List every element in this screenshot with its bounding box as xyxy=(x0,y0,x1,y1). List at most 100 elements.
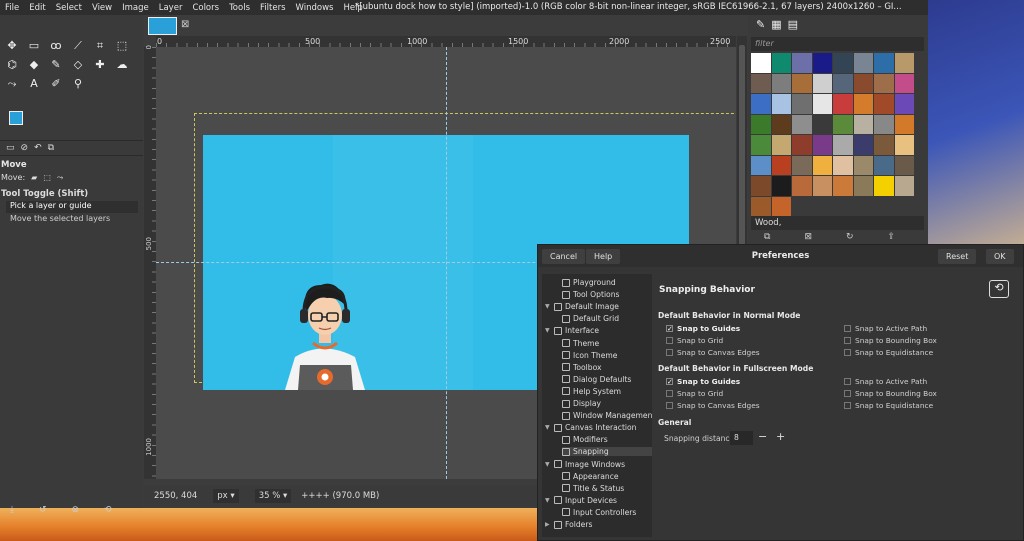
pattern-swatch[interactable] xyxy=(874,135,894,155)
menu-image[interactable]: Image xyxy=(117,3,154,13)
pattern-swatch[interactable] xyxy=(771,196,791,216)
color-swatches[interactable] xyxy=(9,111,35,137)
undo-history-tab-icon[interactable]: ↶ xyxy=(34,143,42,153)
device-status-tab-icon[interactable]: ⊘ xyxy=(21,143,29,153)
open-pattern-icon[interactable]: ⇪ xyxy=(888,232,896,242)
pref-tree-input-controllers[interactable]: Input Controllers xyxy=(562,508,636,517)
image-tab-thumbnail[interactable] xyxy=(148,17,177,35)
checkbox-snap-to-active-path[interactable]: Snap to Active Path xyxy=(844,324,927,333)
fuzzy-select-icon[interactable]: ⟋ xyxy=(68,37,88,54)
expand-arrow-icon[interactable]: ▼ xyxy=(545,424,551,431)
pattern-swatch[interactable] xyxy=(833,53,853,73)
expand-arrow-icon[interactable]: ▼ xyxy=(545,461,551,468)
menu-layer[interactable]: Layer xyxy=(154,3,188,13)
pattern-swatch[interactable] xyxy=(833,176,853,196)
ruler-horizontal[interactable] xyxy=(156,36,736,47)
pattern-swatch[interactable] xyxy=(833,94,853,114)
delete-pattern-icon[interactable]: ⊠ xyxy=(804,232,812,242)
pattern-swatch[interactable] xyxy=(751,73,771,93)
pattern-swatch[interactable] xyxy=(812,73,832,93)
pattern-swatch[interactable] xyxy=(751,94,771,114)
pref-tree-theme[interactable]: Theme xyxy=(562,339,599,348)
pattern-swatch[interactable] xyxy=(751,53,771,73)
fill-icon[interactable]: ◆ xyxy=(24,56,44,73)
pattern-filter-input[interactable]: filter xyxy=(751,37,924,51)
pattern-swatch[interactable] xyxy=(894,53,914,73)
checkbox-empty-icon[interactable] xyxy=(666,402,673,410)
pattern-swatch[interactable] xyxy=(771,114,791,134)
ok-button[interactable]: OK xyxy=(986,249,1014,264)
pattern-swatch[interactable] xyxy=(751,196,771,216)
pref-tree-playground[interactable]: Playground xyxy=(562,278,616,287)
pattern-swatch[interactable] xyxy=(771,73,791,93)
pattern-swatch[interactable] xyxy=(874,176,894,196)
transform-icon[interactable]: ⬚ xyxy=(112,37,132,54)
pattern-swatch[interactable] xyxy=(771,135,791,155)
help-button[interactable]: Help xyxy=(586,249,621,264)
heal-icon[interactable]: ✚ xyxy=(90,56,110,73)
pattern-swatch[interactable] xyxy=(812,94,832,114)
pref-tree-snapping[interactable]: Snapping xyxy=(562,447,652,457)
crop-icon[interactable]: ⌗ xyxy=(90,37,110,54)
pattern-swatch[interactable] xyxy=(812,114,832,134)
decrease-distance-button[interactable]: − xyxy=(758,430,767,443)
checkbox-empty-icon[interactable] xyxy=(844,337,851,345)
checkbox-snap-to-guides[interactable]: ✓ Snap to Guides xyxy=(666,377,740,386)
delete-options-icon[interactable]: ⊗ xyxy=(72,505,80,515)
pref-tree-default-grid[interactable]: Default Grid xyxy=(562,314,619,323)
pattern-swatch[interactable] xyxy=(771,53,791,73)
expand-arrow-icon[interactable]: ▶ xyxy=(545,521,551,528)
menu-windows[interactable]: Windows xyxy=(291,3,339,13)
pref-tree-default-image[interactable]: ▼ Default Image xyxy=(545,302,619,311)
pattern-swatch[interactable] xyxy=(874,73,894,93)
pattern-swatch[interactable] xyxy=(751,155,771,175)
pattern-swatch[interactable] xyxy=(812,53,832,73)
pattern-swatch[interactable] xyxy=(792,176,812,196)
menu-edit[interactable]: Edit xyxy=(24,3,50,13)
pattern-swatch[interactable] xyxy=(833,114,853,134)
checkbox-empty-icon[interactable] xyxy=(666,349,673,357)
pattern-swatch[interactable] xyxy=(853,53,873,73)
checkbox-snap-to-grid[interactable]: Snap to Grid xyxy=(666,389,723,398)
pattern-swatch[interactable] xyxy=(853,155,873,175)
pattern-swatch[interactable] xyxy=(792,53,812,73)
pattern-swatch[interactable] xyxy=(771,176,791,196)
checkbox-snap-to-canvas-edges[interactable]: Snap to Canvas Edges xyxy=(666,401,760,410)
warp-icon[interactable]: ⌬ xyxy=(2,56,22,73)
restore-options-icon[interactable]: ↺ xyxy=(39,505,47,515)
menu-colors[interactable]: Colors xyxy=(187,3,224,13)
checkbox-snap-to-canvas-edges[interactable]: Snap to Canvas Edges xyxy=(666,348,760,357)
checkbox-snap-to-bounding-box[interactable]: Snap to Bounding Box xyxy=(844,389,937,398)
checkbox-empty-icon[interactable] xyxy=(666,390,673,398)
move-selection-icon[interactable]: ⬚ xyxy=(43,173,51,183)
pattern-swatch[interactable] xyxy=(894,94,914,114)
checkbox-snap-to-equidistance[interactable]: Snap to Equidistance xyxy=(844,348,933,357)
pattern-name-select[interactable]: Wood, xyxy=(751,216,924,230)
pref-tree-toolbox[interactable]: Toolbox xyxy=(562,363,601,372)
refresh-patterns-icon[interactable]: ↻ xyxy=(846,232,854,242)
pref-tree-help-system[interactable]: Help System xyxy=(562,387,621,396)
pref-tree-title-status[interactable]: Title & Status xyxy=(562,484,624,493)
pattern-swatch[interactable] xyxy=(874,114,894,134)
checkbox-empty-icon[interactable] xyxy=(844,390,851,398)
path-icon[interactable]: ⤳ xyxy=(2,75,22,92)
pref-tree-modifiers[interactable]: Modifiers xyxy=(562,435,608,444)
foreground-color[interactable] xyxy=(9,111,23,125)
checkbox-empty-icon[interactable] xyxy=(844,349,851,357)
pref-tree-dialog-defaults[interactable]: Dialog Defaults xyxy=(562,375,631,384)
pref-tree-folders[interactable]: ▶ Folders xyxy=(545,520,592,529)
tool-options-tab-icon[interactable]: ▭ xyxy=(6,143,15,153)
pattern-swatch[interactable] xyxy=(792,73,812,93)
checkbox-snap-to-grid[interactable]: Snap to Grid xyxy=(666,336,723,345)
vertical-guide[interactable] xyxy=(446,47,447,479)
checkbox-empty-icon[interactable] xyxy=(666,337,673,345)
menu-select[interactable]: Select xyxy=(51,3,87,13)
zoom-select[interactable]: 35 % ▾ xyxy=(254,489,292,503)
snapping-distance-input[interactable]: 8 xyxy=(730,431,753,445)
pattern-swatch[interactable] xyxy=(874,155,894,175)
expand-arrow-icon[interactable]: ▼ xyxy=(545,303,551,310)
pattern-swatch[interactable] xyxy=(853,135,873,155)
expand-arrow-icon[interactable]: ▼ xyxy=(545,497,551,504)
pref-tree-appearance[interactable]: Appearance xyxy=(562,472,619,481)
checkmark-icon[interactable]: ✓ xyxy=(666,325,673,333)
